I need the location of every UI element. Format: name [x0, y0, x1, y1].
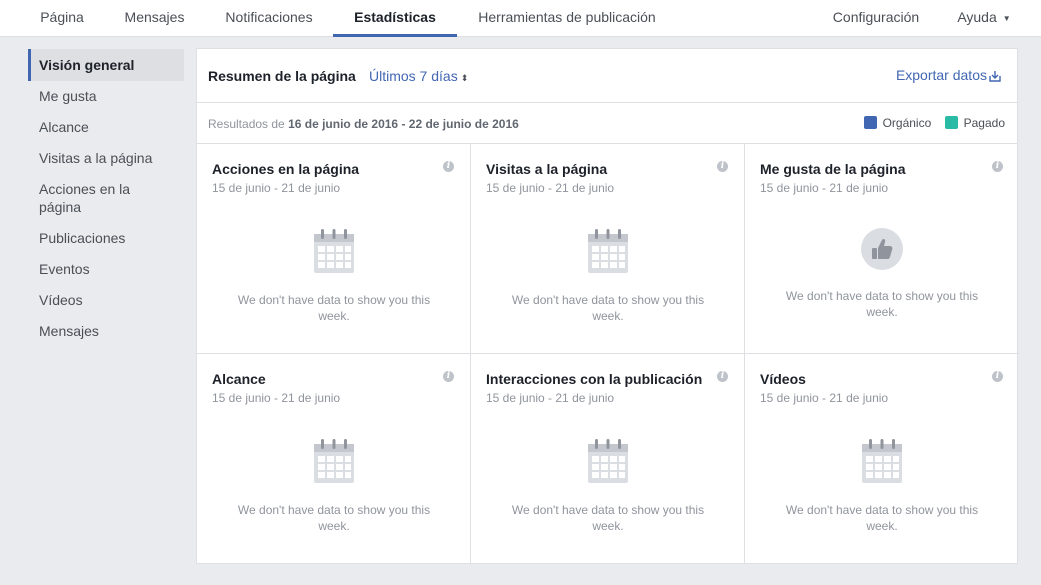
tab-pagina[interactable]: Página	[28, 0, 96, 37]
info-icon[interactable]: i	[717, 161, 728, 172]
no-data-message: We don't have data to show you this week…	[785, 289, 979, 319]
card-date: 15 de junio - 21 de junio	[486, 391, 615, 405]
results-prefix: Resultados de	[208, 117, 285, 131]
info-icon[interactable]: i	[992, 161, 1003, 172]
top-navigation: Página Mensajes Notificaciones Estadísti…	[0, 0, 1041, 37]
results-dates: 16 de junio de 2016 - 22 de junio de 201…	[288, 117, 519, 131]
legend: Orgánico Pagado	[854, 116, 1005, 130]
sidebar-item-mensajes[interactable]: Mensajes	[28, 316, 184, 347]
results-range: Resultados de 16 de junio de 2016 - 22 d…	[208, 117, 519, 131]
no-data-message: We don't have data to show you this week…	[237, 293, 431, 323]
no-data-message: We don't have data to show you this week…	[237, 503, 431, 533]
calendar-icon	[314, 229, 354, 273]
card-title: Visitas a la página	[486, 161, 608, 177]
legend-label-pagado: Pagado	[963, 116, 1005, 130]
card-date: 15 de junio - 21 de junio	[212, 391, 341, 405]
card-title: Vídeos	[760, 371, 806, 387]
tab-estadisticas[interactable]: Estadísticas	[333, 0, 457, 37]
results-bar: Resultados de 16 de junio de 2016 - 22 d…	[197, 104, 1017, 144]
card-title: Interacciones con la publicación	[486, 371, 703, 387]
card-videos[interactable]: Vídeos 15 de junio - 21 de junio i We do…	[745, 354, 1019, 564]
card-date: 15 de junio - 21 de junio	[486, 181, 615, 195]
tab-mensajes[interactable]: Mensajes	[113, 0, 196, 37]
period-label: Últimos 7 días	[369, 68, 458, 84]
card-acciones-en-la-pagina[interactable]: Acciones en la página 15 de junio - 21 d…	[197, 144, 471, 354]
calendar-icon	[588, 439, 628, 483]
export-label: Exportar datos	[895, 67, 987, 83]
sidebar-item-visitas[interactable]: Visitas a la página	[28, 143, 184, 174]
no-data-message: We don't have data to show you this week…	[785, 503, 979, 533]
card-title: Me gusta de la página	[760, 161, 906, 177]
card-date: 15 de junio - 21 de junio	[760, 181, 889, 195]
help-label: Ayuda	[957, 9, 997, 25]
card-alcance[interactable]: Alcance 15 de junio - 21 de junio i We d…	[197, 354, 471, 564]
info-icon[interactable]: i	[992, 371, 1003, 382]
overview-header: Resumen de la página Últimos 7 días ⬍ Exp…	[197, 49, 1017, 103]
tab-notificaciones[interactable]: Notificaciones	[213, 0, 325, 37]
period-selector[interactable]: Últimos 7 días ⬍	[369, 68, 468, 84]
sidebar-item-publicaciones[interactable]: Publicaciones	[28, 223, 184, 254]
sidebar-item-videos[interactable]: Vídeos	[28, 285, 184, 316]
sidebar-item-acciones[interactable]: Acciones en la página	[28, 174, 148, 223]
card-date: 15 de junio - 21 de junio	[212, 181, 341, 195]
caret-down-icon: ▼	[1002, 13, 1011, 23]
card-date: 15 de junio - 21 de junio	[760, 391, 889, 405]
help-menu[interactable]: Ayuda ▼	[952, 0, 1016, 37]
tab-herramientas-de-publicacion[interactable]: Herramientas de publicación	[467, 0, 667, 37]
card-title: Alcance	[212, 371, 266, 387]
legend-label-organico: Orgánico	[882, 116, 932, 130]
calendar-icon	[314, 439, 354, 483]
settings-link[interactable]: Configuración	[820, 0, 932, 37]
overview-panel: Resumen de la página Últimos 7 días ⬍ Exp…	[196, 48, 1019, 564]
no-data-message: We don't have data to show you this week…	[511, 293, 705, 323]
card-title: Acciones en la página	[212, 161, 360, 177]
info-icon[interactable]: i	[443, 161, 454, 172]
info-icon[interactable]: i	[443, 371, 454, 382]
legend-swatch-organico	[863, 116, 877, 129]
page-title: Resumen de la página	[208, 68, 356, 84]
no-data-message: We don't have data to show you this week…	[511, 503, 705, 533]
card-visitas-a-la-pagina[interactable]: Visitas a la página 15 de junio - 21 de …	[471, 144, 745, 354]
legend-pagado: Pagado	[944, 116, 1005, 130]
thumbs-up-icon	[861, 228, 903, 270]
sort-arrows-icon: ⬍	[460, 73, 469, 83]
sidebar: Visión general Me gusta Alcance Visitas …	[28, 49, 184, 347]
legend-swatch-pagado	[944, 116, 958, 129]
calendar-icon	[862, 439, 902, 483]
legend-organico: Orgánico	[863, 116, 932, 130]
export-data-link[interactable]: Exportar datos	[896, 67, 1001, 83]
sidebar-item-me-gusta[interactable]: Me gusta	[28, 81, 184, 112]
card-me-gusta-de-la-pagina[interactable]: Me gusta de la página 15 de junio - 21 d…	[745, 144, 1019, 354]
card-interacciones-con-la-publicacion[interactable]: Interacciones con la publicación 15 de j…	[471, 354, 745, 564]
info-icon[interactable]: i	[717, 371, 728, 382]
download-icon	[989, 71, 1001, 82]
sidebar-item-alcance[interactable]: Alcance	[28, 112, 184, 143]
sidebar-item-vision-general[interactable]: Visión general	[28, 49, 184, 81]
calendar-icon	[588, 229, 628, 273]
sidebar-item-eventos[interactable]: Eventos	[28, 254, 184, 285]
